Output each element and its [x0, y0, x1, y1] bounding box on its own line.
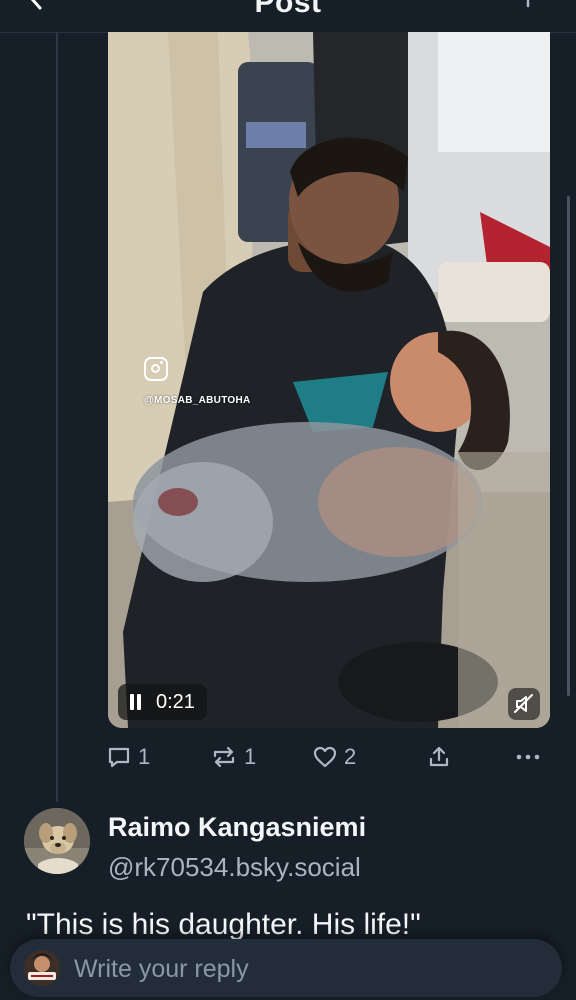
- more-options-button[interactable]: [514, 744, 548, 770]
- repost-count: 1: [244, 744, 257, 769]
- page-title: Post: [254, 0, 322, 19]
- reply-input-placeholder[interactable]: Write your reply: [74, 955, 249, 984]
- video-player[interactable]: @MOSAB_ABUTOHA 0:21: [108, 32, 550, 728]
- reply-composer[interactable]: Write your reply: [10, 939, 562, 997]
- video-time: 0:21: [156, 690, 195, 713]
- post-body-text: "This is his daughter. His life!": [26, 908, 421, 941]
- video-watermark: @MOSAB_ABUTOHA: [144, 357, 251, 406]
- share-button[interactable]: [426, 744, 458, 770]
- like-button[interactable]: 2: [312, 744, 356, 770]
- mute-icon: [514, 694, 533, 713]
- post-action-bar: 1 1 2: [106, 744, 552, 778]
- author-display-name[interactable]: Raimo Kangasniemi: [108, 812, 366, 843]
- post-thread-screen: Post @MOSAB_ABUTOHA 0:21 1 1 2 Raimo Kan…: [0, 0, 576, 1000]
- mute-button[interactable]: [508, 688, 540, 720]
- reply-icon: [108, 747, 130, 768]
- instagram-icon: [144, 357, 168, 381]
- watermark-handle: @MOSAB_ABUTOHA: [144, 395, 251, 406]
- video-playback-controls[interactable]: 0:21: [118, 684, 207, 720]
- dog-avatar-image: [24, 808, 90, 874]
- like-count: 2: [344, 744, 357, 769]
- thread-connector-line: [56, 32, 58, 802]
- repost-icon: [213, 746, 235, 768]
- heart-icon: [313, 746, 337, 768]
- user-avatar-image: [24, 950, 60, 986]
- settings-icon[interactable]: [520, 0, 542, 8]
- reply-button[interactable]: 1: [106, 744, 150, 770]
- author-avatar[interactable]: [24, 808, 90, 874]
- scrollbar[interactable]: [567, 196, 570, 696]
- share-icon: [429, 746, 449, 767]
- repost-button[interactable]: 1: [210, 744, 256, 770]
- pause-icon[interactable]: [128, 694, 142, 710]
- more-dots-icon: [516, 754, 540, 760]
- user-avatar: [24, 950, 60, 986]
- top-bar: Post: [0, 0, 576, 33]
- reply-count: 1: [138, 744, 151, 769]
- author-handle[interactable]: @rk70534.bsky.social: [108, 852, 361, 883]
